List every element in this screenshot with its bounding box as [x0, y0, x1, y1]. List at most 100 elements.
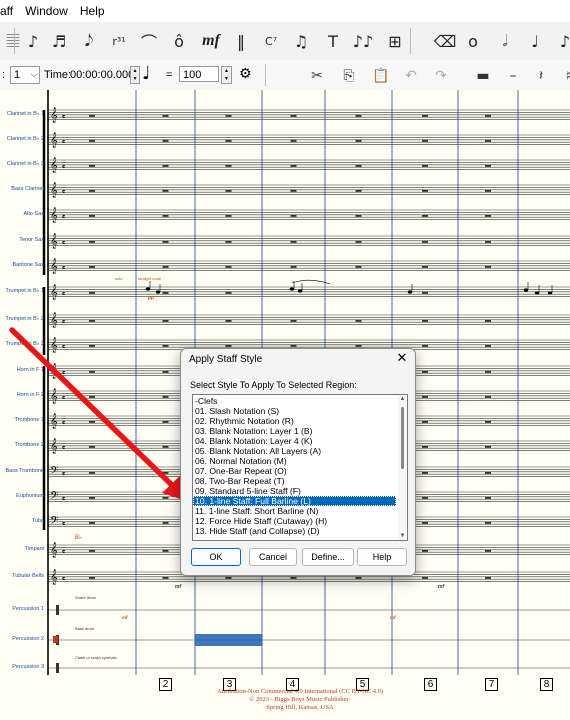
cut-icon[interactable]: ✂ — [306, 66, 328, 86]
eighth-note-icon[interactable]: ♪ — [552, 29, 570, 53]
time-signature: 𝄴 — [62, 318, 65, 326]
smart-shape-icon[interactable]: ⌒ — [136, 29, 162, 53]
toolbar-separator — [14, 28, 15, 54]
measure-select[interactable]: 1 ⌵ — [10, 66, 40, 84]
scroll-up-icon[interactable]: ▲ — [399, 396, 406, 402]
whole-note-icon[interactable]: o — [460, 29, 486, 53]
rest-icon[interactable]: 𝄽 — [530, 66, 552, 86]
list-item[interactable]: 01. Slash Notation (S) — [193, 406, 396, 416]
menu-help[interactable]: Help — [74, 4, 111, 18]
time-spinner[interactable]: ▴ ▾ — [130, 66, 140, 84]
whole-rest — [485, 189, 491, 192]
whole-rest — [355, 344, 362, 347]
clef-glyph: 𝄞 — [50, 208, 58, 223]
whole-rest — [162, 576, 169, 579]
clef-glyph: 𝄞 — [50, 364, 58, 379]
instrument-label: Trumpet in B♭ 1 — [5, 288, 44, 294]
tempo-spinner[interactable]: ▴ ▾ — [221, 66, 232, 84]
whole-rest — [422, 521, 428, 524]
list-item[interactable]: 11. 1-line Staff: Short Barline (N) — [193, 506, 396, 516]
whole-rest — [422, 395, 428, 398]
menu-window[interactable]: Window — [19, 4, 74, 18]
ossia-tool-icon[interactable]: ⊞ — [382, 29, 408, 53]
whole-rest — [162, 214, 169, 217]
scroll-down-icon[interactable]: ▼ — [399, 533, 406, 539]
copy-icon[interactable]: ⎘ — [338, 66, 360, 86]
accent-icon[interactable]: ▬ — [472, 66, 494, 86]
whole-rest — [89, 344, 95, 347]
apply-staff-style-dialog: Apply Staff Style ✕ Select Style To Appl… — [180, 348, 416, 576]
paste-icon[interactable]: 📋 — [370, 66, 392, 86]
whole-rest — [225, 214, 232, 217]
whole-rest — [422, 471, 428, 474]
timpani-tuning-text: B♭ — [75, 534, 82, 541]
scrollbar-thumb[interactable] — [401, 407, 404, 469]
time-signature: 𝄴 — [62, 548, 65, 556]
time-signature: 𝄴 — [62, 575, 65, 583]
note-head — [297, 289, 303, 293]
list-item[interactable]: 12. Force Hide Staff (Cutaway) (H) — [193, 516, 396, 526]
time-value: 00:00:00.000 — [70, 69, 135, 81]
cancel-button[interactable]: Cancel — [249, 548, 297, 566]
tenuto-icon[interactable]: – — [502, 66, 524, 86]
tuplet-tool-icon[interactable]: 𝅘𝅥𝅮 — [76, 29, 102, 53]
list-item[interactable]: 05. Blank Notation: All Layers (A) — [193, 446, 396, 456]
list-group-header[interactable]: -Clefs — [193, 396, 396, 406]
lyrics-tool-icon[interactable]: ♫ — [288, 29, 314, 53]
list-item[interactable]: 03. Blank Notation: Layer 1 (B) — [193, 426, 396, 436]
whole-rest — [422, 114, 428, 117]
staff-style-list[interactable]: -Clefs 01. Slash Notation (S) 02. Rhythmic… — [192, 394, 408, 541]
speedy-entry-icon[interactable]: ♬ — [46, 29, 72, 53]
list-item[interactable]: 13. Hide Staff (and Collapse) (D) — [193, 526, 396, 536]
list-scrollbar[interactable]: ▲ ▼ — [398, 395, 407, 540]
chord-symbol-icon[interactable]: C⁷ — [258, 29, 284, 53]
list-item[interactable]: 07. One-Bar Repeat (O) — [193, 466, 396, 476]
quarter-note-icon[interactable]: ♩ — [522, 29, 548, 53]
define-button[interactable]: Define... — [302, 548, 354, 566]
chord-tool-icon[interactable]: r³¹ — [106, 29, 132, 53]
text-tool-icon[interactable]: T — [320, 29, 346, 53]
list-item[interactable]: 02. Rhythmic Notation (R) — [193, 416, 396, 426]
snare-drum-text: Snare drum — [75, 595, 97, 600]
tempo-input[interactable]: 100 — [179, 66, 219, 82]
selected-region[interactable] — [195, 634, 262, 646]
whole-rest — [422, 214, 428, 217]
whole-rest — [422, 291, 428, 294]
undo-icon[interactable]: ↶ — [400, 66, 422, 86]
whole-rest — [162, 265, 169, 268]
time-signature: 𝄴 — [62, 290, 65, 298]
list-item[interactable]: 08. Two-Bar Repeat (T) — [193, 476, 396, 486]
whole-rest — [355, 265, 362, 268]
sharp-icon[interactable]: ♯ — [558, 66, 570, 86]
ok-button[interactable]: OK — [191, 548, 241, 566]
list-item[interactable]: 04. Blank Notation: Layer 4 (K) — [193, 436, 396, 446]
menu-graph[interactable]: aff — [0, 4, 19, 18]
time-signature: 𝄴 — [62, 394, 65, 402]
half-note-icon[interactable]: 𝅗𝅥 — [492, 29, 518, 53]
eraser-icon[interactable]: ⌫ — [432, 29, 458, 53]
list-item[interactable]: 09. Standard 5-line Staff (F) — [193, 486, 396, 496]
list-item[interactable]: 06. Normal Notation (M) — [193, 456, 396, 466]
list-item[interactable]: 10. 1-line Staff: Full Barline (L) — [193, 496, 396, 506]
close-icon[interactable]: ✕ — [395, 351, 409, 365]
help-button[interactable]: Help — [357, 548, 407, 566]
note-head — [523, 288, 529, 292]
clef-glyph: 𝄢 — [50, 515, 58, 530]
gear-icon[interactable]: ⚙ — [239, 66, 252, 82]
whole-rest — [162, 471, 169, 474]
percussion-clef-icon — [56, 605, 59, 615]
dynamic-marking: mf — [438, 584, 445, 590]
clef-glyph: 𝄞 — [50, 439, 58, 454]
whole-rest — [485, 496, 491, 499]
mirror-tool-icon[interactable]: ♪♪ — [350, 29, 376, 53]
repeat-tool-icon[interactable]: ‖ — [228, 29, 254, 53]
simple-entry-icon[interactable]: ♪ — [20, 29, 46, 53]
whole-rest — [355, 164, 362, 167]
articulation-tool-icon[interactable]: ô — [166, 29, 192, 53]
clef-glyph: 𝄞 — [50, 183, 58, 198]
whole-rest — [162, 445, 169, 448]
redo-icon[interactable]: ↷ — [430, 66, 452, 86]
time-signature: 𝄴 — [62, 470, 65, 478]
whole-rest — [422, 445, 428, 448]
expression-tool-icon[interactable]: mf — [198, 29, 224, 53]
